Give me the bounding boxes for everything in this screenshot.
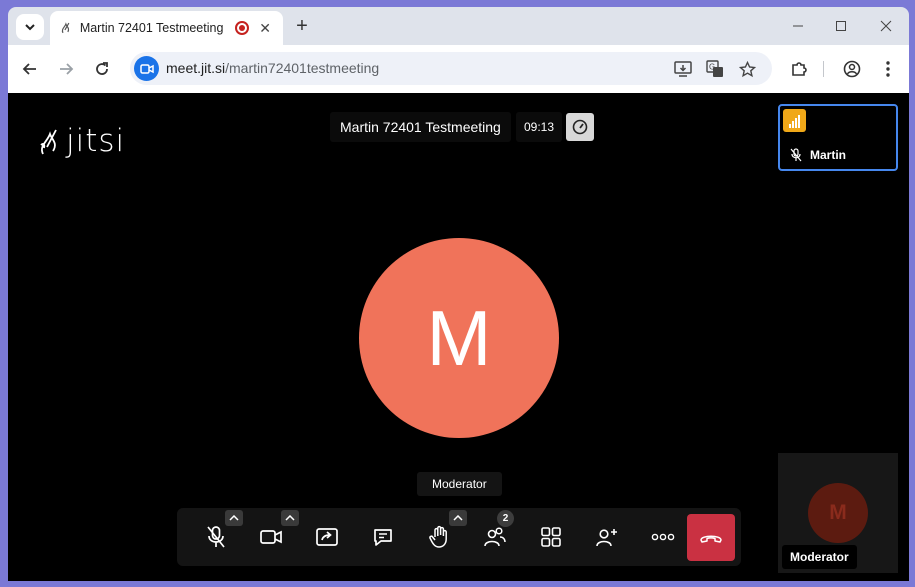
mic-muted-icon: [790, 148, 802, 162]
meeting-stage: jitsi Martin 72401 Testmeeting 09:13 Mar…: [8, 93, 909, 581]
camera-options-button[interactable]: [281, 510, 299, 526]
minimize-button[interactable]: [784, 15, 812, 37]
more-actions-button[interactable]: [644, 518, 682, 556]
account-icon: [843, 60, 861, 78]
translate-button[interactable]: G: [704, 58, 726, 80]
browser-chrome: Martin 72401 Testmeeting | ✕ + meet.jit.…: [8, 7, 909, 93]
participants-icon: [484, 527, 506, 547]
hangup-button[interactable]: [687, 514, 735, 561]
microphone-options-button[interactable]: [225, 510, 243, 526]
tab-title: Martin 72401 Testmeeting |: [79, 21, 228, 35]
install-icon: [674, 61, 692, 77]
forward-button[interactable]: [54, 57, 78, 81]
moderator-tooltip: Moderator: [417, 472, 502, 496]
connection-indicator-icon[interactable]: [783, 109, 806, 132]
chevron-up-icon: [285, 515, 295, 521]
participant-avatar: M: [359, 238, 559, 438]
url-text[interactable]: meet.jit.si/martin72401testmeeting: [166, 60, 379, 76]
arrow-left-icon: [22, 63, 36, 75]
invite-button[interactable]: [588, 518, 626, 556]
browser-toolbar: meet.jit.si/martin72401testmeeting G: [8, 45, 909, 93]
arrow-right-icon: [60, 63, 74, 75]
performance-settings-button[interactable]: [566, 113, 594, 141]
more-vert-icon: [886, 61, 890, 77]
hand-icon: [429, 525, 447, 548]
maximize-icon: [836, 21, 846, 31]
chevron-down-icon: [25, 24, 35, 31]
participant-tile-avatar: M: [808, 483, 868, 543]
self-thumbnail[interactable]: Martin: [778, 104, 898, 171]
maximize-button[interactable]: [827, 15, 855, 37]
participant-tile[interactable]: M Moderator: [778, 453, 898, 573]
back-button[interactable]: [18, 57, 42, 81]
screen-share-icon: [316, 528, 338, 546]
mic-muted-icon: [207, 526, 225, 548]
puzzle-icon: [792, 62, 807, 76]
reactions-options-button[interactable]: [449, 510, 467, 526]
tab-search-button[interactable]: [16, 14, 44, 40]
translate-icon: G: [706, 60, 723, 77]
meeting-timer: 09:13: [516, 112, 563, 142]
tab-close-icon[interactable]: ✕: [257, 20, 273, 37]
participants-count-badge: 2: [497, 510, 514, 527]
url-path: /martin72401testmeeting: [225, 60, 380, 76]
browser-tab[interactable]: Martin 72401 Testmeeting | ✕: [50, 11, 283, 45]
recording-icon: [235, 21, 250, 35]
site-info-button[interactable]: [134, 56, 159, 81]
svg-text:G: G: [709, 63, 715, 72]
bookmark-button[interactable]: [736, 58, 758, 80]
url-host: meet.jit.si: [166, 60, 226, 76]
grid-icon: [541, 527, 561, 547]
more-horiz-icon: [651, 533, 675, 541]
speedometer-icon: [572, 119, 588, 135]
new-tab-button[interactable]: +: [290, 15, 314, 39]
close-window-button[interactable]: [872, 15, 900, 37]
self-thumbnail-label: Martin: [790, 148, 846, 162]
chevron-up-icon: [453, 515, 463, 521]
reload-icon: [96, 62, 108, 75]
jitsi-logo[interactable]: jitsi: [38, 123, 125, 159]
jitsi-favicon-icon: [61, 22, 70, 34]
jitsi-logo-icon: [40, 129, 57, 155]
star-icon: [738, 60, 756, 77]
jitsi-wordmark: jitsi: [66, 123, 126, 159]
participant-tile-label: Moderator: [782, 545, 857, 569]
screen-share-button[interactable]: [308, 518, 346, 556]
tab-strip: Martin 72401 Testmeeting | ✕ +: [8, 7, 909, 45]
self-name: Martin: [810, 148, 846, 162]
browser-window: Martin 72401 Testmeeting | ✕ + meet.jit.…: [0, 0, 915, 587]
meeting-title: Martin 72401 Testmeeting: [330, 112, 511, 142]
tile-view-button[interactable]: [532, 518, 570, 556]
toolbar-divider: [823, 61, 824, 77]
video-camera-icon: [260, 530, 282, 544]
profile-button[interactable]: [840, 57, 864, 81]
address-bar[interactable]: meet.jit.si/martin72401testmeeting G: [130, 52, 772, 85]
reload-button[interactable]: [90, 57, 114, 81]
close-icon: [880, 20, 892, 32]
video-camera-icon: [139, 63, 154, 74]
minimize-icon: [793, 25, 803, 27]
browser-menu-button[interactable]: [876, 57, 900, 81]
meeting-toolbox: 2: [177, 508, 741, 566]
chat-button[interactable]: [364, 518, 402, 556]
chevron-up-icon: [229, 515, 239, 521]
install-app-button[interactable]: [672, 58, 694, 80]
extensions-button[interactable]: [787, 57, 811, 81]
phone-hangup-icon: [700, 535, 722, 543]
add-person-icon: [596, 529, 617, 547]
chat-icon: [374, 529, 392, 546]
